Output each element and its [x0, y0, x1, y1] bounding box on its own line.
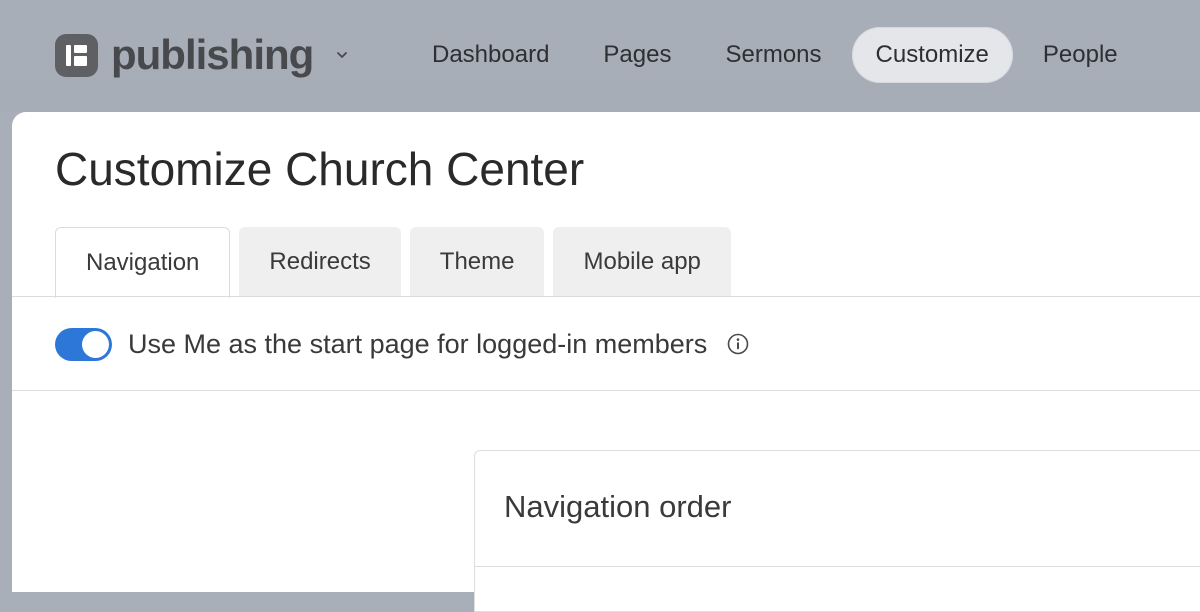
section-divider [12, 390, 1200, 391]
nav-item-pages[interactable]: Pages [579, 27, 695, 83]
chevron-down-icon [337, 52, 348, 58]
top-bar: publishing Dashboard Pages Sermons Custo… [0, 0, 1200, 112]
app-switcher[interactable]: publishing [55, 32, 349, 78]
start-page-setting: Use Me as the start page for logged-in m… [55, 325, 749, 363]
info-icon[interactable] [727, 333, 749, 355]
tab-mobile-app[interactable]: Mobile app [553, 227, 731, 297]
card-divider [475, 566, 1200, 567]
toggle-knob [82, 330, 109, 358]
page-title: Customize Church Center [55, 143, 585, 195]
start-page-toggle-label: Use Me as the start page for logged-in m… [128, 328, 708, 359]
content-panel: Customize Church Center Navigation Redir… [12, 112, 1200, 612]
tab-bar: Navigation Redirects Theme Mobile app [55, 227, 740, 298]
nav-item-dashboard[interactable]: Dashboard [408, 27, 573, 83]
tab-navigation[interactable]: Navigation [55, 227, 231, 298]
app-name: publishing [111, 31, 314, 78]
tab-redirects[interactable]: Redirects [239, 227, 401, 297]
tab-theme[interactable]: Theme [409, 227, 545, 297]
nav-item-customize[interactable]: Customize [851, 27, 1013, 83]
publishing-logo-icon [55, 33, 98, 77]
start-page-toggle[interactable] [55, 327, 112, 361]
navigation-order-title: Navigation order [504, 489, 732, 524]
navigation-order-card: Navigation order [474, 450, 1200, 612]
nav-item-people[interactable]: People [1019, 27, 1142, 83]
nav-item-sermons[interactable]: Sermons [701, 27, 845, 83]
tabs-divider [12, 296, 1200, 297]
main-nav: Dashboard Pages Sermons Customize People [408, 27, 1148, 83]
